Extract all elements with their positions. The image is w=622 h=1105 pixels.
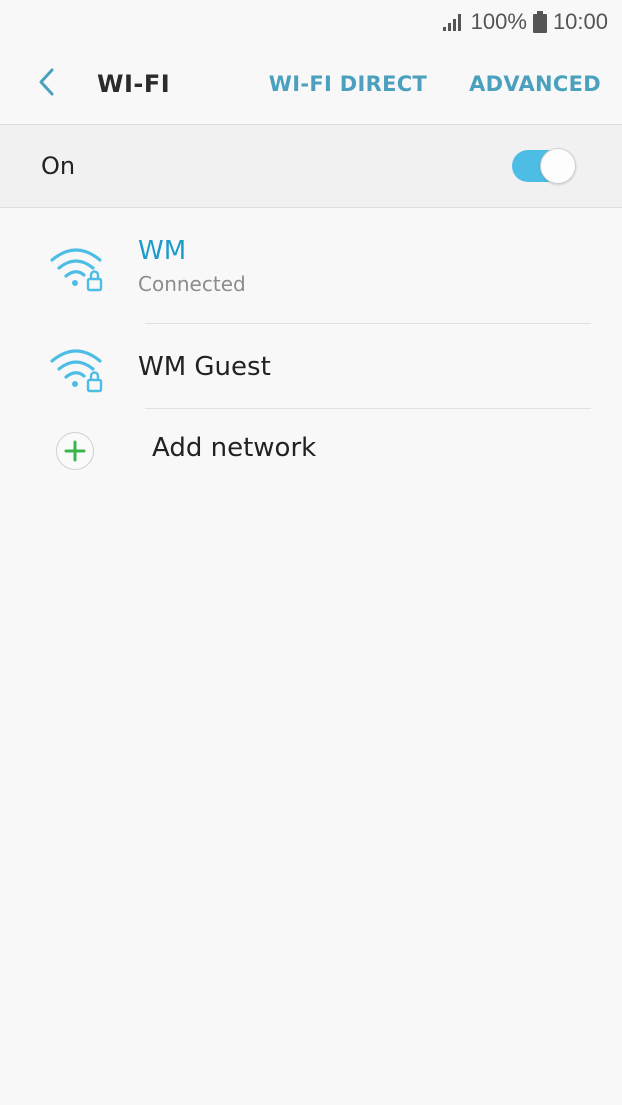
toggle-knob — [540, 148, 576, 184]
chevron-left-icon — [37, 67, 57, 102]
page-title: WI-FI — [97, 70, 171, 98]
master-switch-label: On — [41, 152, 76, 180]
network-text: WM Guest — [138, 352, 271, 382]
battery-percent: 100% — [470, 9, 527, 34]
clock: 10:00 — [552, 9, 608, 34]
battery-icon — [532, 11, 547, 33]
network-item-wm-guest[interactable]: WM Guest — [0, 324, 622, 408]
app-header: WI-FI WI-FI DIRECT ADVANCED — [0, 44, 622, 125]
network-name: WM — [138, 236, 187, 266]
wifi-direct-button[interactable]: WI-FI DIRECT — [269, 72, 427, 96]
advanced-button[interactable]: ADVANCED — [469, 72, 601, 96]
network-item-wm[interactable]: WM Connected — [0, 208, 622, 324]
status-bar: 100% 10:00 — [0, 0, 622, 44]
network-text: WM Connected — [138, 236, 246, 296]
plus-icon — [56, 432, 94, 470]
add-network-button[interactable]: Add network — [0, 413, 622, 493]
network-name: WM Guest — [138, 352, 271, 382]
wifi-lock-icon — [48, 244, 106, 294]
back-button[interactable] — [0, 44, 94, 124]
wifi-lock-icon — [48, 345, 106, 395]
divider — [145, 408, 591, 409]
network-status: Connected — [138, 272, 246, 296]
wifi-toggle[interactable] — [512, 148, 576, 184]
signal-icon — [441, 12, 465, 32]
add-network-label: Add network — [152, 433, 317, 463]
wifi-master-switch-row[interactable]: On — [0, 125, 622, 208]
